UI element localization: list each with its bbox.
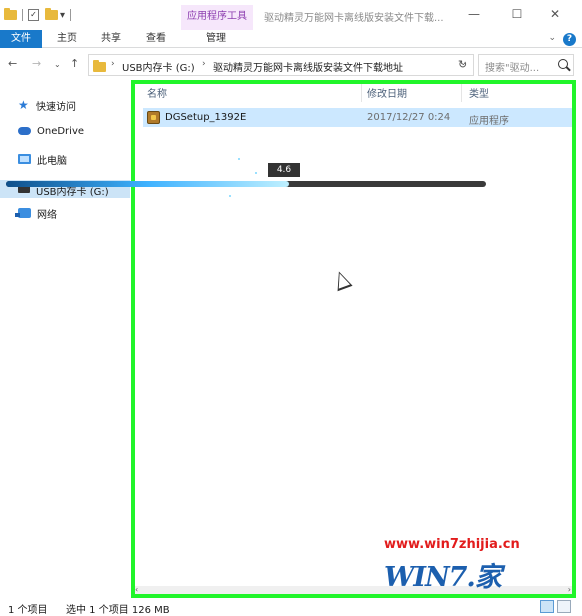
video-progress-fill bbox=[6, 181, 290, 187]
tab-view[interactable]: 查看 bbox=[136, 30, 176, 48]
video-progress-bar[interactable] bbox=[6, 181, 486, 187]
application-icon bbox=[147, 111, 160, 124]
star-icon: ★ bbox=[18, 98, 29, 112]
sidebar-item-quick-access[interactable]: ★ 快速访问 bbox=[18, 96, 76, 114]
horizontal-scrollbar[interactable]: ‹ › bbox=[131, 585, 575, 595]
watermark-logo-suffix: 家 bbox=[474, 562, 502, 593]
minimize-button[interactable]: — bbox=[465, 7, 483, 21]
search-input[interactable]: 搜索"驱动... bbox=[478, 54, 574, 76]
column-divider[interactable] bbox=[361, 80, 362, 102]
column-divider[interactable] bbox=[461, 80, 462, 102]
sidebar-item-label: 网络 bbox=[37, 209, 57, 221]
selection-info: 选中 1 个项目 126 MB bbox=[66, 605, 170, 616]
navigation-pane: ★ 快速访问 OneDrive 此电脑 USB内存卡 (G:) 网络 bbox=[0, 80, 130, 594]
recent-locations-icon[interactable]: ⌄ bbox=[54, 60, 61, 69]
context-tab-app-tools[interactable]: 应用程序工具 bbox=[181, 5, 253, 30]
sparkle-dot bbox=[229, 195, 231, 197]
window-title: 驱动精灵万能网卡离线版安装文件下载... bbox=[264, 13, 444, 24]
watermark-logo: WIN7.家 bbox=[384, 562, 502, 593]
file-modified-date: 2017/12/27 0:24 bbox=[367, 112, 451, 123]
status-bar: 1 个项目 选中 1 个项目 126 MB bbox=[0, 598, 582, 616]
column-header-row: 名称 修改日期 类型 bbox=[131, 80, 575, 102]
tab-share[interactable]: 共享 bbox=[92, 30, 130, 48]
details-view-button[interactable] bbox=[540, 600, 554, 613]
cloud-icon bbox=[18, 127, 31, 135]
folder-icon bbox=[93, 60, 106, 72]
sidebar-item-label: 快速访问 bbox=[36, 101, 76, 113]
sidebar-item-network[interactable]: 网络 bbox=[15, 204, 57, 222]
tab-manage[interactable]: 管理 bbox=[195, 30, 237, 48]
network-icon bbox=[15, 208, 31, 218]
sidebar-item-onedrive[interactable]: OneDrive bbox=[18, 122, 84, 140]
watermark-url: www.win7zhijia.cn bbox=[384, 537, 520, 552]
sparkle-dot bbox=[255, 172, 257, 174]
search-placeholder: 搜索"驱动... bbox=[485, 63, 540, 74]
ribbon-tabs: 文件 主页 共享 查看 管理 ⌄ ? bbox=[0, 30, 582, 48]
quick-access-toolbar: ✓ ▾ bbox=[4, 7, 74, 23]
breadcrumb-usb-drive[interactable]: USB内存卡 (G:) bbox=[122, 59, 195, 74]
breadcrumb-separator-icon[interactable]: › bbox=[111, 59, 115, 69]
column-header-modified[interactable]: 修改日期 bbox=[367, 85, 407, 100]
breadcrumb-current-folder[interactable]: 驱动精灵万能网卡离线版安装文件下载地址 bbox=[213, 59, 403, 74]
tab-home[interactable]: 主页 bbox=[48, 30, 86, 48]
toolbar-separator bbox=[70, 9, 72, 21]
sidebar-item-this-pc[interactable]: 此电脑 bbox=[18, 150, 67, 168]
tab-file[interactable]: 文件 bbox=[0, 30, 42, 48]
column-header-type[interactable]: 类型 bbox=[469, 85, 489, 100]
chevron-down-icon[interactable]: ⌄ bbox=[548, 33, 556, 43]
column-header-name[interactable]: 名称 bbox=[147, 85, 167, 100]
title-bar: ✓ ▾ 应用程序工具 驱动精灵万能网卡离线版安装文件下载... — ☐ ✕ bbox=[0, 0, 582, 30]
file-name: DGSetup_1392E bbox=[165, 112, 247, 123]
search-icon[interactable] bbox=[558, 59, 568, 69]
new-folder-icon[interactable] bbox=[45, 8, 58, 20]
sidebar-item-label: 此电脑 bbox=[37, 155, 67, 167]
maximize-button[interactable]: ☐ bbox=[508, 7, 526, 21]
scroll-right-icon[interactable]: › bbox=[568, 585, 571, 594]
forward-arrow-icon[interactable]: → bbox=[32, 57, 41, 70]
address-bar[interactable]: › USB内存卡 (G:) › 驱动精灵万能网卡离线版安装文件下载地址 ⌄ bbox=[88, 54, 474, 76]
computer-icon bbox=[18, 154, 31, 164]
up-arrow-icon[interactable]: ↑ bbox=[70, 57, 79, 70]
customize-toolbar-icon[interactable]: ▾ bbox=[60, 10, 65, 21]
folder-icon bbox=[4, 8, 17, 20]
watermark-logo-prefix: WIN7 bbox=[384, 562, 467, 593]
sparkle-dot bbox=[238, 158, 240, 160]
scroll-left-icon[interactable]: ‹ bbox=[135, 585, 138, 594]
back-arrow-icon[interactable]: ← bbox=[8, 57, 17, 70]
sidebar-item-label: OneDrive bbox=[37, 125, 85, 137]
close-button[interactable]: ✕ bbox=[546, 7, 564, 21]
file-list: 名称 修改日期 类型 DGSetup_1392E 2017/12/27 0:24… bbox=[131, 80, 575, 594]
help-icon[interactable]: ? bbox=[563, 33, 576, 46]
item-count: 1 个项目 bbox=[8, 605, 48, 616]
refresh-icon[interactable]: ↻ bbox=[458, 58, 467, 71]
navigation-bar: ← → ⌄ ↑ › USB内存卡 (G:) › 驱动精灵万能网卡离线版安装文件下… bbox=[0, 50, 582, 80]
properties-icon[interactable]: ✓ bbox=[28, 9, 39, 21]
table-row[interactable]: DGSetup_1392E 2017/12/27 0:24 应用程序 bbox=[143, 108, 575, 127]
breadcrumb-separator-icon[interactable]: › bbox=[202, 59, 206, 69]
video-time-tooltip: 4.6 bbox=[268, 163, 300, 177]
file-type: 应用程序 bbox=[469, 116, 509, 127]
large-icons-view-button[interactable] bbox=[557, 600, 571, 613]
toolbar-separator bbox=[22, 9, 23, 21]
